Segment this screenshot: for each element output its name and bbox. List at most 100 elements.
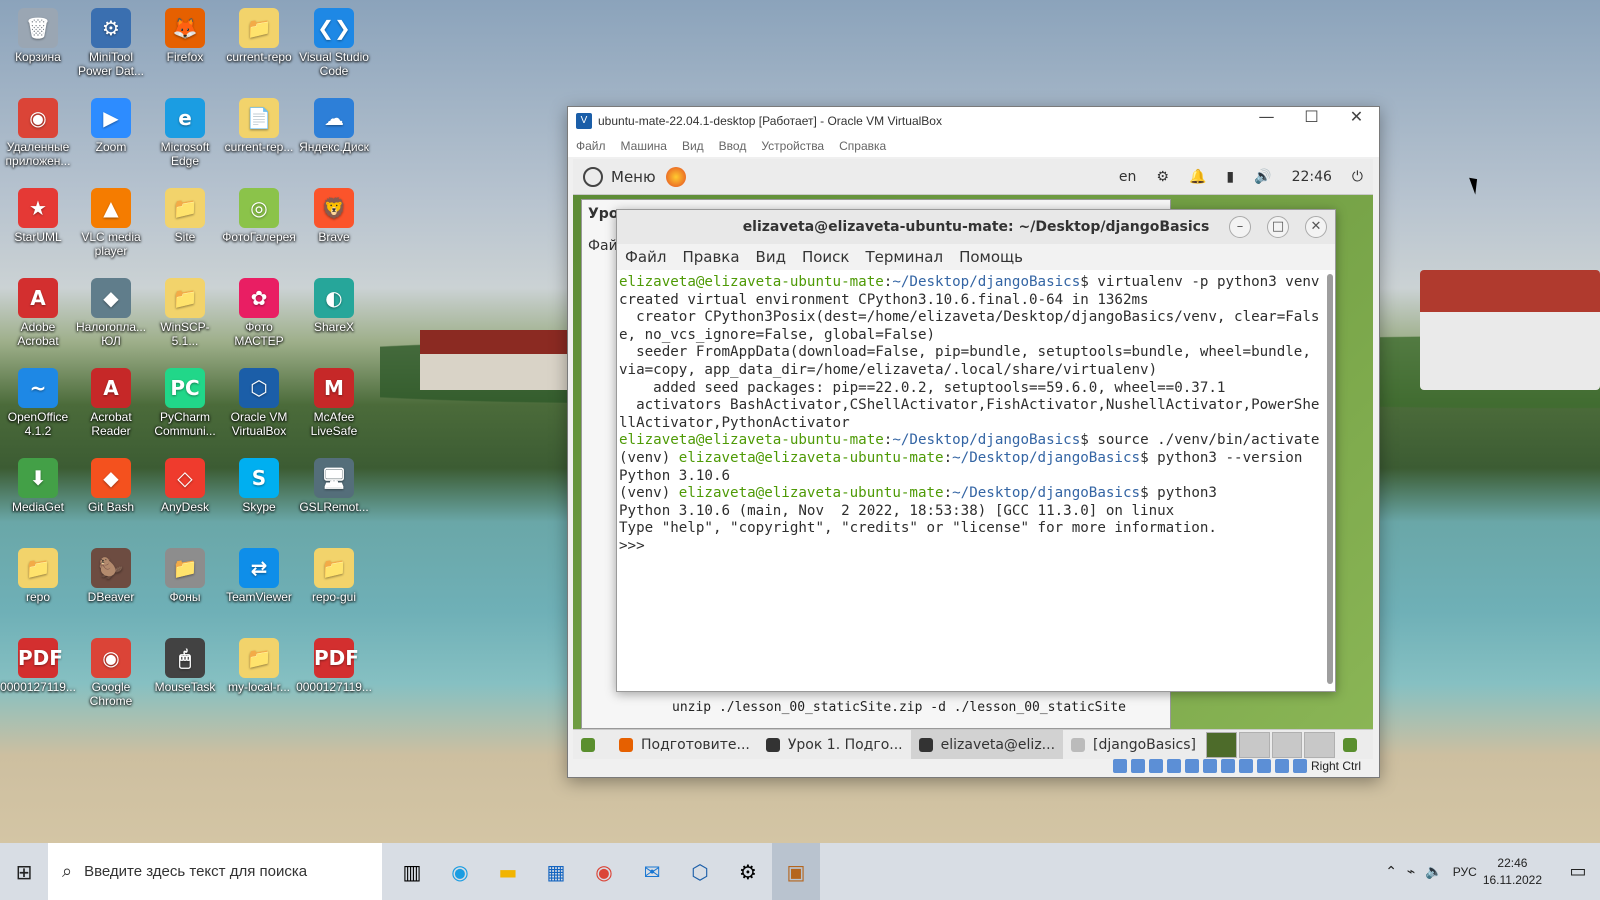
hdd-icon[interactable] bbox=[1113, 759, 1127, 773]
task-terminal[interactable]: elizaveta@eliz... bbox=[910, 730, 1064, 759]
desktop-icon[interactable]: ▶ Zoom bbox=[73, 94, 149, 180]
virtualbox-window[interactable]: V ubuntu-mate-22.04.1-desktop [Работает]… bbox=[567, 106, 1380, 778]
desktop-icon[interactable]: ▲ VLC media player bbox=[73, 184, 149, 270]
desktop-icon[interactable]: ⬡ Oracle VM VirtualBox bbox=[221, 364, 297, 450]
desktop-icon[interactable]: 🗑 Корзина bbox=[0, 4, 76, 90]
maximize-icon[interactable]: ☐ bbox=[1289, 107, 1334, 135]
terminal-output[interactable]: elizaveta@elizaveta-ubuntu-mate:~/Deskto… bbox=[617, 270, 1335, 690]
desktop-icon[interactable]: 📁 repo bbox=[0, 544, 76, 630]
shared-folder-icon[interactable] bbox=[1203, 759, 1217, 773]
network-tray-icon[interactable]: ⌁ bbox=[1407, 864, 1415, 880]
chevron-up-icon[interactable]: ⌃ bbox=[1385, 864, 1397, 880]
guest-screen[interactable]: Меню en ⚙ 🔔 ▮ 🔊 22:46 ⏻ Урок Фай unzip .… bbox=[573, 159, 1373, 759]
desktop-icon[interactable]: 🖥 GSLRemot... bbox=[296, 454, 372, 540]
task-firefox[interactable]: Подготовите... bbox=[611, 730, 758, 759]
desktop-icon[interactable]: ◉ Удаленные приложен... bbox=[0, 94, 76, 180]
minimize-icon[interactable]: — bbox=[1244, 107, 1289, 135]
notification-center-icon[interactable]: ▭ bbox=[1556, 861, 1600, 882]
task-folder[interactable]: [djangoBasics] bbox=[1063, 730, 1204, 759]
taskbar-mail-icon[interactable]: ✉ bbox=[628, 843, 676, 900]
desktop-icon[interactable]: ⚙ MiniTool Power Dat... bbox=[73, 4, 149, 90]
taskbar-settings-icon[interactable]: ⚙ bbox=[724, 843, 772, 900]
desktop-icon[interactable]: ◇ AnyDesk bbox=[147, 454, 223, 540]
terminal-menu-edit[interactable]: Правка bbox=[682, 248, 739, 266]
task-view-icon[interactable]: ▥ bbox=[388, 843, 436, 900]
desktop-icon[interactable]: PC PyCharm Communi... bbox=[147, 364, 223, 450]
desktop-icon[interactable]: ★ StarUML bbox=[0, 184, 76, 270]
mate-menu-button[interactable]: Меню bbox=[583, 166, 656, 187]
taskbar-vm-window-icon[interactable]: ▣ bbox=[772, 843, 820, 900]
menu-devices[interactable]: Устройства bbox=[761, 139, 824, 153]
terminal-menu-help[interactable]: Помощь bbox=[959, 248, 1023, 266]
audio-icon[interactable] bbox=[1149, 759, 1163, 773]
desktop-icon[interactable]: ~ OpenOffice 4.1.2 bbox=[0, 364, 76, 450]
desktop-icon[interactable]: ◐ ShareX bbox=[296, 274, 372, 360]
notification-bell-icon[interactable]: 🔔 bbox=[1189, 169, 1206, 185]
terminal-menu-search[interactable]: Поиск bbox=[802, 248, 850, 266]
desktop-icon[interactable]: e Microsoft Edge bbox=[147, 94, 223, 180]
taskbar-store-icon[interactable]: ▦ bbox=[532, 843, 580, 900]
power-icon[interactable]: ⏻ bbox=[1352, 169, 1363, 185]
desktop-icon[interactable]: 🦊 Firefox bbox=[147, 4, 223, 90]
taskbar-search-box[interactable]: ⌕ Введите здесь текст для поиска bbox=[48, 843, 382, 900]
desktop-icon[interactable]: 📁 current-repo bbox=[221, 4, 297, 90]
terminal-titlebar[interactable]: elizaveta@elizaveta-ubuntu-mate: ~/Deskt… bbox=[617, 210, 1335, 244]
terminal-menu-view[interactable]: Вид bbox=[756, 248, 786, 266]
desktop-icon[interactable]: ◎ ФотоГалерея bbox=[221, 184, 297, 270]
recording-icon[interactable] bbox=[1239, 759, 1253, 773]
desktop-icon[interactable]: ☁ Яндекс.Диск bbox=[296, 94, 372, 180]
terminal-maximize-icon[interactable]: □ bbox=[1267, 216, 1289, 238]
desktop-icon[interactable]: 🦁 Brave bbox=[296, 184, 372, 270]
desktop-icon[interactable]: ◆ Git Bash bbox=[73, 454, 149, 540]
language-indicator[interactable]: РУС bbox=[1453, 865, 1477, 879]
terminal-scrollbar[interactable] bbox=[1327, 274, 1333, 684]
desktop-icon[interactable]: S Skype bbox=[221, 454, 297, 540]
start-button[interactable]: ⊞ bbox=[0, 843, 48, 900]
desktop-icon[interactable]: ⇄ TeamViewer bbox=[221, 544, 297, 630]
optical-drive-icon[interactable] bbox=[1131, 759, 1145, 773]
mouse-integration-icon[interactable] bbox=[1275, 759, 1289, 773]
volume-tray-icon[interactable]: 🔈 bbox=[1425, 864, 1442, 880]
usb-icon[interactable] bbox=[1185, 759, 1199, 773]
volume-icon[interactable]: 🔊 bbox=[1254, 169, 1271, 185]
taskbar-edge-icon[interactable]: ◉ bbox=[436, 843, 484, 900]
virtualbox-titlebar[interactable]: V ubuntu-mate-22.04.1-desktop [Работает]… bbox=[568, 107, 1379, 135]
terminal-minimize-icon[interactable]: – bbox=[1229, 216, 1251, 238]
menu-machine[interactable]: Машина bbox=[621, 139, 667, 153]
desktop-icon[interactable]: 📁 Site bbox=[147, 184, 223, 270]
cpu-icon[interactable] bbox=[1257, 759, 1271, 773]
desktop-icon[interactable]: A Adobe Acrobat bbox=[0, 274, 76, 360]
workspace-3[interactable] bbox=[1271, 731, 1303, 758]
menu-input[interactable]: Ввод bbox=[719, 139, 747, 153]
desktop-icon[interactable]: PDF 0000127119... bbox=[296, 634, 372, 720]
desktop-icon[interactable]: ⬇ MediaGet bbox=[0, 454, 76, 540]
panel-clock[interactable]: 22:46 bbox=[1292, 169, 1332, 185]
desktop-icon[interactable]: 📁 repo-gui bbox=[296, 544, 372, 630]
desktop-icon[interactable]: ◉ Google Chrome bbox=[73, 634, 149, 720]
trash-icon[interactable] bbox=[1335, 730, 1373, 759]
desktop-icon[interactable]: PDF 0000127119... bbox=[0, 634, 76, 720]
menu-help[interactable]: Справка bbox=[839, 139, 886, 153]
terminal-menu-file[interactable]: Файл bbox=[625, 248, 666, 266]
desktop-icon[interactable]: 📁 Фоны bbox=[147, 544, 223, 630]
network-icon[interactable]: ⚙ bbox=[1156, 169, 1169, 185]
desktop-icon[interactable]: A Acrobat Reader bbox=[73, 364, 149, 450]
desktop-icon[interactable]: 📄 current-rep... bbox=[221, 94, 297, 180]
taskbar-virtualbox-icon[interactable]: ⬡ bbox=[676, 843, 724, 900]
display-icon[interactable] bbox=[1221, 759, 1235, 773]
desktop-icon[interactable]: 🖱 MouseTask bbox=[147, 634, 223, 720]
desktop-icon[interactable]: ❮❯ Visual Studio Code bbox=[296, 4, 372, 90]
network-adapter-icon[interactable] bbox=[1167, 759, 1181, 773]
terminal-window[interactable]: elizaveta@elizaveta-ubuntu-mate: ~/Deskt… bbox=[616, 209, 1336, 692]
desktop-icon[interactable]: ✿ Фото МАСТЕР bbox=[221, 274, 297, 360]
taskbar-explorer-icon[interactable]: ▬ bbox=[484, 843, 532, 900]
keyboard-capture-icon[interactable] bbox=[1293, 759, 1307, 773]
workspace-1[interactable] bbox=[1206, 731, 1237, 758]
desktop-icon[interactable]: M McAfee LiveSafe bbox=[296, 364, 372, 450]
battery-icon[interactable]: ▮ bbox=[1226, 169, 1234, 185]
desktop-icon[interactable]: 📁 my-local-r... bbox=[221, 634, 297, 720]
taskbar-chrome-icon[interactable]: ◉ bbox=[580, 843, 628, 900]
firefox-launcher-icon[interactable] bbox=[665, 166, 686, 187]
taskbar-clock[interactable]: 22:46 16.11.2022 bbox=[1483, 855, 1542, 889]
close-icon[interactable]: ✕ bbox=[1334, 107, 1379, 135]
